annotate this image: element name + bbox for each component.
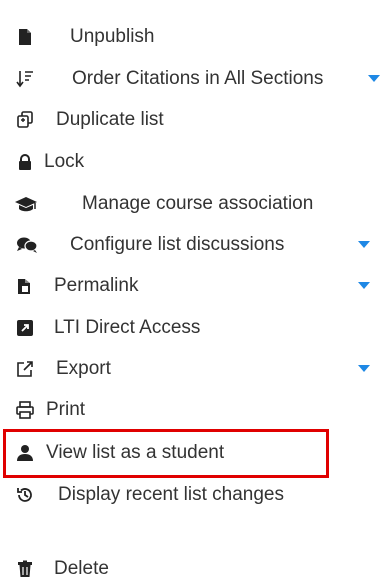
permalink-item[interactable]: Permalink — [0, 267, 382, 305]
chevron-down-icon[interactable] — [358, 282, 370, 289]
lock-label: Lock — [44, 151, 85, 172]
export-label: Export — [56, 358, 111, 379]
export-item[interactable]: Export — [0, 350, 382, 388]
duplicate-list-label: Duplicate list — [56, 109, 164, 130]
sort-icon — [16, 70, 34, 88]
configure-list-discussions-item[interactable]: Configure list discussions — [0, 226, 382, 264]
order-citations-item[interactable]: Order Citations in All Sections — [0, 60, 382, 98]
graduation-cap-icon — [14, 195, 38, 213]
view-list-as-student-item[interactable]: View list as a student — [0, 434, 382, 472]
trash-icon — [16, 560, 34, 578]
display-recent-list-changes-label: Display recent list changes — [58, 484, 284, 505]
unpublish-item[interactable]: Unpublish — [0, 18, 382, 56]
lock-icon — [16, 153, 34, 171]
unpublish-label: Unpublish — [70, 26, 155, 47]
view-list-as-student-label: View list as a student — [46, 442, 225, 463]
display-recent-list-changes-item[interactable]: Display recent list changes — [0, 476, 382, 514]
history-icon — [16, 486, 34, 504]
print-label: Print — [46, 399, 86, 420]
delete-item[interactable]: Delete — [0, 550, 382, 588]
print-item[interactable]: Print — [0, 391, 382, 429]
duplicate-list-item[interactable]: Duplicate list — [0, 101, 382, 139]
external-link-square-icon — [16, 319, 34, 337]
delete-label: Delete — [54, 558, 109, 579]
configure-list-discussions-label: Configure list discussions — [70, 234, 285, 255]
lti-direct-access-item[interactable]: LTI Direct Access — [0, 309, 382, 347]
chevron-down-icon[interactable] — [358, 241, 370, 248]
permalink-icon — [16, 277, 34, 295]
chevron-down-icon[interactable] — [368, 75, 380, 82]
list-actions-menu: Unpublish Order Citations in All Section… — [0, 0, 382, 588]
discussions-icon — [16, 236, 38, 254]
order-citations-label: Order Citations in All Sections — [72, 68, 324, 89]
manage-course-association-item[interactable]: Manage course association — [0, 185, 382, 223]
duplicate-icon — [16, 111, 34, 129]
manage-course-association-label: Manage course association — [82, 193, 314, 214]
chevron-down-icon[interactable] — [358, 365, 370, 372]
print-icon — [16, 401, 34, 419]
user-icon — [16, 444, 34, 462]
lti-direct-access-label: LTI Direct Access — [54, 317, 201, 338]
lock-item[interactable]: Lock — [0, 143, 382, 181]
permalink-label: Permalink — [54, 275, 139, 296]
document-icon — [16, 28, 34, 46]
export-icon — [16, 360, 34, 378]
